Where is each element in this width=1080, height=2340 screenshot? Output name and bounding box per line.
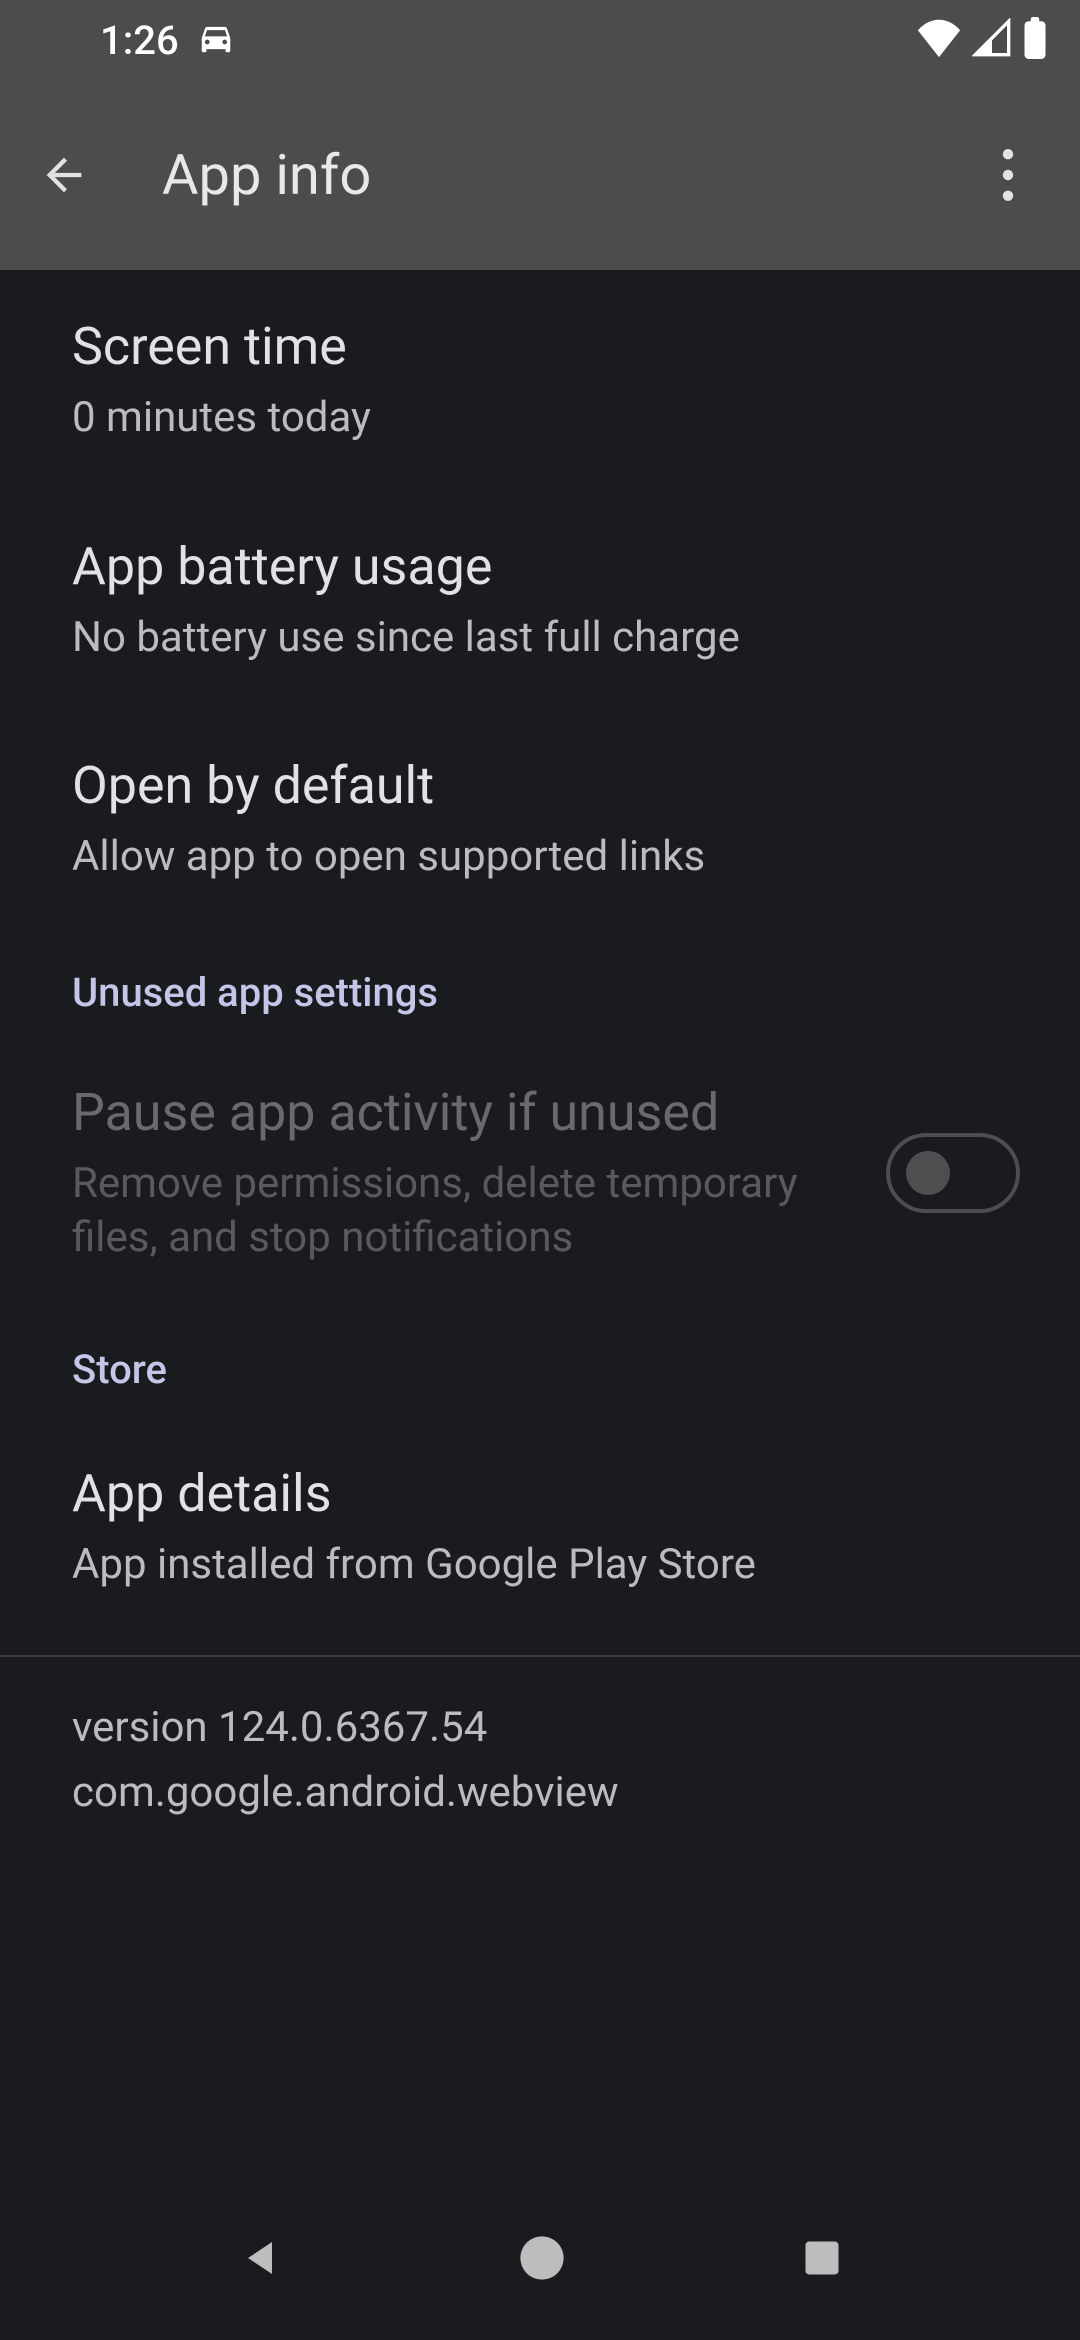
row-subtitle: Allow app to open supported links — [72, 830, 1008, 885]
car-icon — [197, 19, 235, 61]
row-subtitle: 0 minutes today — [72, 391, 1008, 446]
status-right — [916, 17, 1048, 63]
back-button[interactable] — [16, 127, 112, 223]
row-app-details[interactable]: App details App installed from Google Pl… — [0, 1417, 1080, 1637]
footer-info: version 124.0.6367.54 com.google.android… — [0, 1657, 1080, 1863]
row-subtitle: No battery use since last full charge — [72, 611, 1008, 666]
row-title: Pause app activity if unused — [72, 1080, 846, 1145]
battery-icon — [1022, 17, 1048, 63]
nav-home-button[interactable] — [516, 2232, 568, 2288]
row-title: Screen time — [72, 314, 1008, 379]
row-subtitle: Remove permissions, delete temporary fil… — [72, 1157, 846, 1266]
status-time: 1:26 — [100, 17, 179, 64]
nav-back-button[interactable] — [236, 2234, 284, 2286]
row-text: Pause app activity if unused Remove perm… — [72, 1080, 886, 1266]
arrow-back-icon — [38, 149, 90, 201]
circle-home-icon — [516, 2232, 568, 2284]
app-bar: App info — [0, 80, 1080, 270]
row-open-by-default[interactable]: Open by default Allow app to open suppor… — [0, 709, 1080, 929]
row-subtitle: App installed from Google Play Store — [72, 1538, 1008, 1593]
status-bar: 1:26 — [0, 0, 1080, 80]
row-title: App details — [72, 1461, 1008, 1526]
row-battery-usage[interactable]: App battery usage No battery use since l… — [0, 490, 1080, 710]
signal-icon — [972, 18, 1012, 62]
package-text: com.google.android.webview — [72, 1760, 1008, 1825]
row-pause-app-activity: Pause app activity if unused Remove perm… — [0, 1040, 1080, 1306]
nav-recent-button[interactable] — [800, 2236, 844, 2284]
wifi-icon — [916, 18, 962, 62]
section-store: Store — [0, 1306, 1080, 1417]
navigation-bar — [0, 2180, 1080, 2340]
row-screen-time[interactable]: Screen time 0 minutes today — [0, 270, 1080, 490]
content: Screen time 0 minutes today App battery … — [0, 270, 1080, 1863]
page-title: App info — [162, 142, 371, 208]
pause-toggle — [886, 1133, 1020, 1213]
version-text: version 124.0.6367.54 — [72, 1695, 1008, 1760]
toggle-knob — [906, 1151, 950, 1195]
row-title: Open by default — [72, 753, 1008, 818]
section-unused-apps: Unused app settings — [0, 929, 1080, 1040]
square-recent-icon — [800, 2236, 844, 2280]
overflow-menu-button[interactable] — [960, 127, 1056, 223]
row-title: App battery usage — [72, 534, 1008, 599]
more-vert-icon — [1002, 149, 1014, 201]
status-left: 1:26 — [100, 17, 235, 64]
triangle-back-icon — [236, 2234, 284, 2282]
